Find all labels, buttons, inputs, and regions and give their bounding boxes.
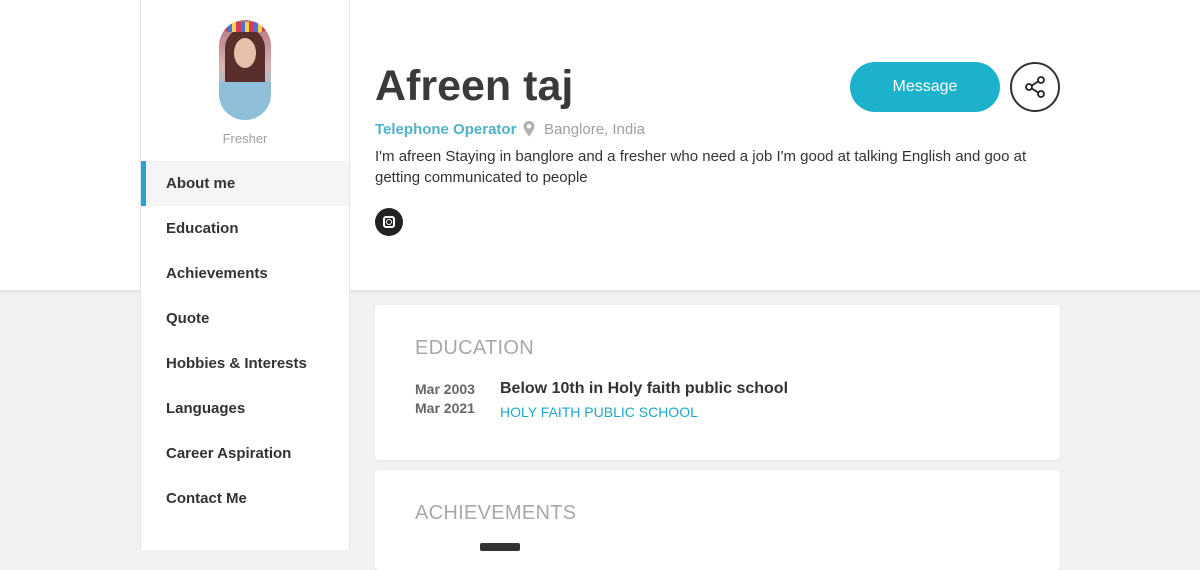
profile-status-label: Fresher [222,131,268,146]
share-icon [1025,76,1045,98]
education-heading: EDUCATION [415,337,534,359]
sidebar-item-contact-me[interactable]: Contact Me [141,476,349,521]
sidebar-item-career-aspiration[interactable]: Career Aspiration [141,431,349,476]
avatar [219,20,271,120]
sidebar-item-about-me[interactable]: About me [141,161,349,206]
sidebar-nav: About me Education Achievements Quote Ho… [141,161,349,521]
sidebar-item-languages[interactable]: Languages [141,386,349,431]
sidebar-item-hobbies[interactable]: Hobbies & Interests [141,341,349,386]
profile-role[interactable]: Telephone Operator [375,121,516,138]
sidebar-item-quote[interactable]: Quote [141,296,349,341]
achievements-card: ACHIEVEMENTS [375,470,1060,570]
sidebar-item-achievements[interactable]: Achievements [141,251,349,296]
sidebar-item-education[interactable]: Education [141,206,349,251]
share-button[interactable] [1010,62,1060,112]
profile-bio: I'm afreen Staying in banglore and a fre… [375,148,1027,186]
education-card: EDUCATION Mar 2003 Mar 2021 Below 10th i… [375,305,1060,460]
message-button[interactable]: Message [850,62,1000,112]
education-start-date: Mar 2003 [415,381,475,397]
instagram-icon[interactable] [375,208,403,236]
education-school-link[interactable]: HOLY FAITH PUBLIC SCHOOL [500,404,698,420]
education-end-date: Mar 2021 [415,400,475,416]
sidebar: Fresher About me Education Achievements … [140,0,350,550]
profile-location: Banglore, India [544,121,645,138]
profile-name: Afreen taj [375,62,574,110]
location-pin-icon [523,121,535,137]
education-title: Below 10th in Holy faith public school [500,380,789,397]
achievements-heading: ACHIEVEMENTS [415,502,577,524]
